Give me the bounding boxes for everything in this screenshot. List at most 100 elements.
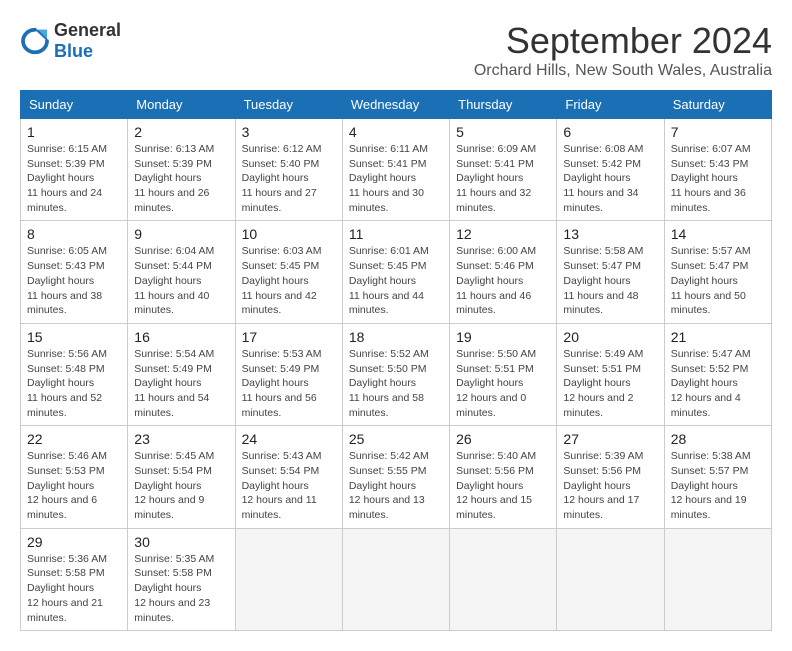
day-info: Sunrise: 6:04 AM Sunset: 5:44 PM Dayligh… bbox=[134, 244, 228, 317]
calendar-day-cell: 11 Sunrise: 6:01 AM Sunset: 5:45 PM Dayl… bbox=[342, 221, 449, 323]
day-number: 2 bbox=[134, 124, 228, 140]
day-number: 4 bbox=[349, 124, 443, 140]
logo: General Blue bbox=[20, 20, 121, 62]
calendar-day-cell: 16 Sunrise: 5:54 AM Sunset: 5:49 PM Dayl… bbox=[128, 323, 235, 425]
day-number: 25 bbox=[349, 431, 443, 447]
calendar-week-row: 22 Sunrise: 5:46 AM Sunset: 5:53 PM Dayl… bbox=[21, 426, 772, 528]
day-number: 5 bbox=[456, 124, 550, 140]
day-number: 23 bbox=[134, 431, 228, 447]
calendar-day-cell: 7 Sunrise: 6:07 AM Sunset: 5:43 PM Dayli… bbox=[664, 119, 771, 221]
day-info: Sunrise: 6:08 AM Sunset: 5:42 PM Dayligh… bbox=[563, 142, 657, 215]
day-info: Sunrise: 6:11 AM Sunset: 5:41 PM Dayligh… bbox=[349, 142, 443, 215]
calendar-day-cell bbox=[664, 528, 771, 630]
day-number: 1 bbox=[27, 124, 121, 140]
calendar-table: Sunday Monday Tuesday Wednesday Thursday… bbox=[20, 90, 772, 631]
title-area: September 2024 Orchard Hills, New South … bbox=[474, 20, 772, 80]
calendar-day-cell: 12 Sunrise: 6:00 AM Sunset: 5:46 PM Dayl… bbox=[450, 221, 557, 323]
calendar-day-cell: 21 Sunrise: 5:47 AM Sunset: 5:52 PM Dayl… bbox=[664, 323, 771, 425]
day-info: Sunrise: 5:40 AM Sunset: 5:56 PM Dayligh… bbox=[456, 449, 550, 522]
day-info: Sunrise: 6:15 AM Sunset: 5:39 PM Dayligh… bbox=[27, 142, 121, 215]
calendar-day-cell: 29 Sunrise: 5:36 AM Sunset: 5:58 PM Dayl… bbox=[21, 528, 128, 630]
day-info: Sunrise: 5:53 AM Sunset: 5:49 PM Dayligh… bbox=[242, 347, 336, 420]
calendar-day-cell: 23 Sunrise: 5:45 AM Sunset: 5:54 PM Dayl… bbox=[128, 426, 235, 528]
calendar-day-cell: 17 Sunrise: 5:53 AM Sunset: 5:49 PM Dayl… bbox=[235, 323, 342, 425]
day-info: Sunrise: 5:38 AM Sunset: 5:57 PM Dayligh… bbox=[671, 449, 765, 522]
day-info: Sunrise: 5:50 AM Sunset: 5:51 PM Dayligh… bbox=[456, 347, 550, 420]
day-info: Sunrise: 5:46 AM Sunset: 5:53 PM Dayligh… bbox=[27, 449, 121, 522]
logo-blue: Blue bbox=[54, 41, 93, 61]
col-thursday: Thursday bbox=[450, 91, 557, 119]
day-info: Sunrise: 6:07 AM Sunset: 5:43 PM Dayligh… bbox=[671, 142, 765, 215]
calendar-day-cell: 28 Sunrise: 5:38 AM Sunset: 5:57 PM Dayl… bbox=[664, 426, 771, 528]
day-number: 15 bbox=[27, 329, 121, 345]
day-info: Sunrise: 5:47 AM Sunset: 5:52 PM Dayligh… bbox=[671, 347, 765, 420]
logo-text: General Blue bbox=[54, 20, 121, 62]
day-number: 24 bbox=[242, 431, 336, 447]
day-number: 18 bbox=[349, 329, 443, 345]
day-number: 17 bbox=[242, 329, 336, 345]
day-info: Sunrise: 6:00 AM Sunset: 5:46 PM Dayligh… bbox=[456, 244, 550, 317]
calendar-header-row: Sunday Monday Tuesday Wednesday Thursday… bbox=[21, 91, 772, 119]
day-info: Sunrise: 5:56 AM Sunset: 5:48 PM Dayligh… bbox=[27, 347, 121, 420]
day-number: 3 bbox=[242, 124, 336, 140]
calendar-day-cell: 25 Sunrise: 5:42 AM Sunset: 5:55 PM Dayl… bbox=[342, 426, 449, 528]
col-tuesday: Tuesday bbox=[235, 91, 342, 119]
calendar-day-cell: 2 Sunrise: 6:13 AM Sunset: 5:39 PM Dayli… bbox=[128, 119, 235, 221]
calendar-day-cell: 8 Sunrise: 6:05 AM Sunset: 5:43 PM Dayli… bbox=[21, 221, 128, 323]
col-sunday: Sunday bbox=[21, 91, 128, 119]
calendar-day-cell: 27 Sunrise: 5:39 AM Sunset: 5:56 PM Dayl… bbox=[557, 426, 664, 528]
day-info: Sunrise: 5:57 AM Sunset: 5:47 PM Dayligh… bbox=[671, 244, 765, 317]
day-info: Sunrise: 5:52 AM Sunset: 5:50 PM Dayligh… bbox=[349, 347, 443, 420]
day-number: 28 bbox=[671, 431, 765, 447]
day-number: 14 bbox=[671, 226, 765, 242]
day-number: 30 bbox=[134, 534, 228, 550]
day-number: 26 bbox=[456, 431, 550, 447]
calendar-day-cell: 4 Sunrise: 6:11 AM Sunset: 5:41 PM Dayli… bbox=[342, 119, 449, 221]
day-number: 8 bbox=[27, 226, 121, 242]
day-info: Sunrise: 6:05 AM Sunset: 5:43 PM Dayligh… bbox=[27, 244, 121, 317]
calendar-day-cell: 15 Sunrise: 5:56 AM Sunset: 5:48 PM Dayl… bbox=[21, 323, 128, 425]
location-title: Orchard Hills, New South Wales, Australi… bbox=[474, 62, 772, 80]
day-info: Sunrise: 6:13 AM Sunset: 5:39 PM Dayligh… bbox=[134, 142, 228, 215]
day-number: 10 bbox=[242, 226, 336, 242]
day-number: 27 bbox=[563, 431, 657, 447]
col-saturday: Saturday bbox=[664, 91, 771, 119]
calendar-day-cell: 26 Sunrise: 5:40 AM Sunset: 5:56 PM Dayl… bbox=[450, 426, 557, 528]
day-info: Sunrise: 6:09 AM Sunset: 5:41 PM Dayligh… bbox=[456, 142, 550, 215]
day-number: 6 bbox=[563, 124, 657, 140]
logo-general: General bbox=[54, 20, 121, 40]
calendar-day-cell bbox=[235, 528, 342, 630]
calendar-day-cell: 13 Sunrise: 5:58 AM Sunset: 5:47 PM Dayl… bbox=[557, 221, 664, 323]
calendar-day-cell: 6 Sunrise: 6:08 AM Sunset: 5:42 PM Dayli… bbox=[557, 119, 664, 221]
calendar-day-cell: 22 Sunrise: 5:46 AM Sunset: 5:53 PM Dayl… bbox=[21, 426, 128, 528]
day-number: 13 bbox=[563, 226, 657, 242]
day-number: 20 bbox=[563, 329, 657, 345]
day-info: Sunrise: 6:03 AM Sunset: 5:45 PM Dayligh… bbox=[242, 244, 336, 317]
day-number: 11 bbox=[349, 226, 443, 242]
calendar-week-row: 8 Sunrise: 6:05 AM Sunset: 5:43 PM Dayli… bbox=[21, 221, 772, 323]
col-friday: Friday bbox=[557, 91, 664, 119]
day-number: 19 bbox=[456, 329, 550, 345]
day-number: 22 bbox=[27, 431, 121, 447]
calendar-day-cell: 24 Sunrise: 5:43 AM Sunset: 5:54 PM Dayl… bbox=[235, 426, 342, 528]
page-header: General Blue September 2024 Orchard Hill… bbox=[20, 20, 772, 80]
calendar-day-cell: 1 Sunrise: 6:15 AM Sunset: 5:39 PM Dayli… bbox=[21, 119, 128, 221]
calendar-day-cell: 18 Sunrise: 5:52 AM Sunset: 5:50 PM Dayl… bbox=[342, 323, 449, 425]
col-wednesday: Wednesday bbox=[342, 91, 449, 119]
day-number: 21 bbox=[671, 329, 765, 345]
col-monday: Monday bbox=[128, 91, 235, 119]
calendar-day-cell: 19 Sunrise: 5:50 AM Sunset: 5:51 PM Dayl… bbox=[450, 323, 557, 425]
month-title: September 2024 bbox=[474, 20, 772, 62]
calendar-day-cell: 20 Sunrise: 5:49 AM Sunset: 5:51 PM Dayl… bbox=[557, 323, 664, 425]
day-number: 29 bbox=[27, 534, 121, 550]
day-info: Sunrise: 5:45 AM Sunset: 5:54 PM Dayligh… bbox=[134, 449, 228, 522]
day-number: 16 bbox=[134, 329, 228, 345]
calendar-day-cell: 3 Sunrise: 6:12 AM Sunset: 5:40 PM Dayli… bbox=[235, 119, 342, 221]
day-info: Sunrise: 5:35 AM Sunset: 5:58 PM Dayligh… bbox=[134, 552, 228, 625]
calendar-week-row: 15 Sunrise: 5:56 AM Sunset: 5:48 PM Dayl… bbox=[21, 323, 772, 425]
day-info: Sunrise: 5:36 AM Sunset: 5:58 PM Dayligh… bbox=[27, 552, 121, 625]
day-number: 12 bbox=[456, 226, 550, 242]
calendar-day-cell: 9 Sunrise: 6:04 AM Sunset: 5:44 PM Dayli… bbox=[128, 221, 235, 323]
calendar-week-row: 1 Sunrise: 6:15 AM Sunset: 5:39 PM Dayli… bbox=[21, 119, 772, 221]
logo-icon bbox=[20, 26, 50, 56]
